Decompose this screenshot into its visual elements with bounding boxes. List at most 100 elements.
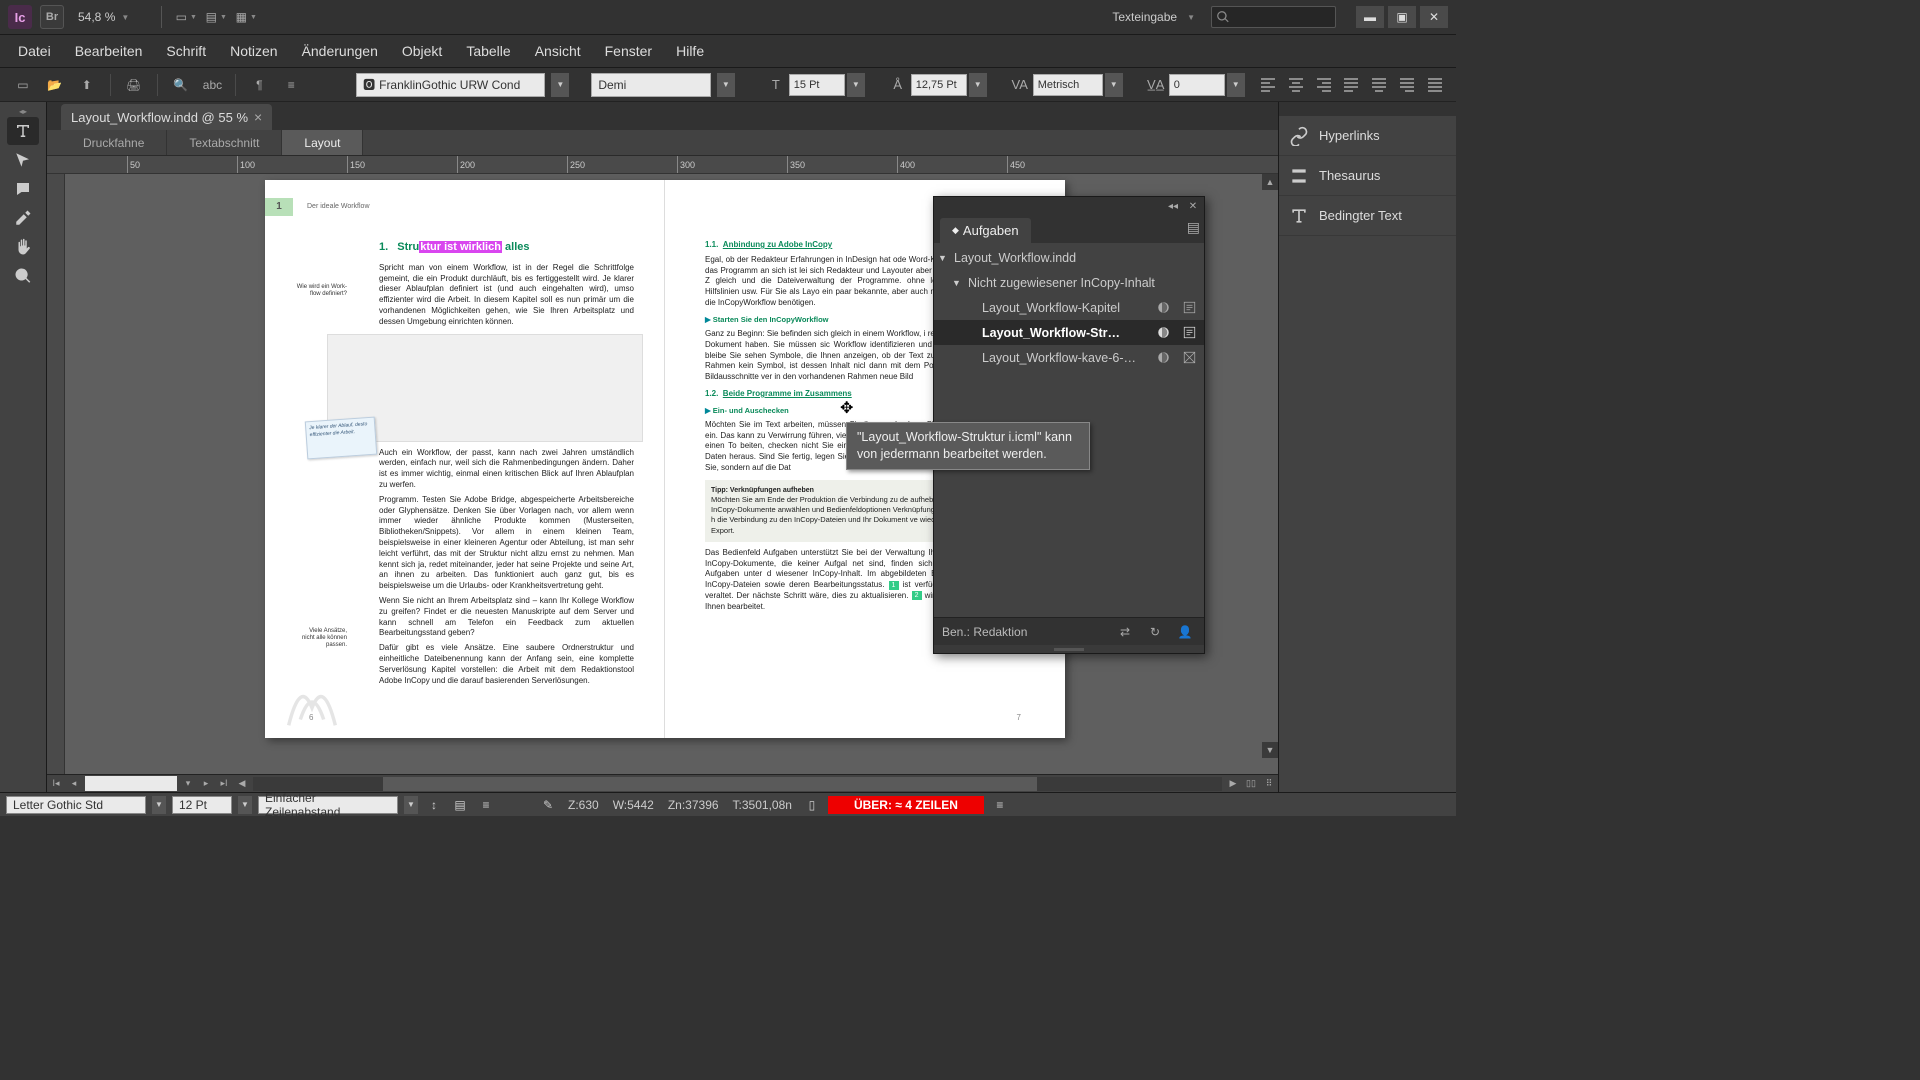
eyedropper-tool[interactable] (7, 204, 39, 232)
document-canvas[interactable]: 1 Der ideale Workflow 1. Struktur ist wi… (65, 174, 1278, 774)
panel-handle[interactable]: ◂▸ (0, 106, 46, 116)
tree-group[interactable]: ▼Nicht zugewiesener InCopy-Inhalt (934, 270, 1204, 295)
leading-field[interactable]: 12,75 Pt (911, 74, 967, 96)
menu-aenderungen[interactable]: Änderungen (290, 37, 390, 65)
chevron-down-icon[interactable]: ▼ (969, 73, 987, 97)
menu-ansicht[interactable]: Ansicht (523, 37, 593, 65)
align-left-icon[interactable] (1257, 74, 1279, 96)
font-style-field[interactable]: Demi (591, 73, 711, 97)
find-icon[interactable]: 🔍 (168, 73, 194, 97)
view-mode-1[interactable]: ▭▼ (172, 6, 200, 28)
zoom-select[interactable]: 54,8 % ▼ (72, 8, 135, 26)
collapse-icon[interactable]: ◂◂ (1166, 199, 1180, 213)
tab-textabschnitt[interactable]: Textabschnitt (167, 130, 282, 155)
align-right-icon[interactable] (1313, 74, 1335, 96)
chevron-down-icon[interactable]: ▼ (152, 796, 166, 814)
search-input[interactable] (1211, 6, 1336, 28)
menu-datei[interactable]: Datei (6, 37, 63, 65)
kerning-field[interactable]: Metrisch (1033, 74, 1103, 96)
font-family-field[interactable]: 🅾FranklinGothic URW Cond (356, 73, 545, 97)
chevron-down-icon[interactable]: ▼ (1227, 73, 1245, 97)
type-tool[interactable] (7, 117, 39, 145)
align-justify-left-icon[interactable] (1340, 74, 1362, 96)
menu-tabelle[interactable]: Tabelle (454, 37, 522, 65)
note-tool[interactable] (7, 175, 39, 203)
tracking-field[interactable]: 0 (1169, 74, 1225, 96)
font-size-field[interactable]: 15 Pt (789, 74, 845, 96)
dock-header[interactable] (1279, 102, 1456, 116)
menu-bearbeiten[interactable]: Bearbeiten (63, 37, 155, 65)
align-justify-all-icon[interactable] (1424, 74, 1446, 96)
assign-icon[interactable]: ⇄ (1114, 625, 1136, 639)
body-text[interactable]: Auch ein Workflow, der passt, kann nach … (379, 448, 634, 640)
status-size-field[interactable]: 12 Pt (172, 796, 232, 814)
last-page-button[interactable]: ▸I (215, 776, 233, 792)
panel-thesaurus[interactable]: Thesaurus (1279, 156, 1456, 196)
tab-layout[interactable]: Layout (282, 130, 363, 155)
panel-tab-aufgaben[interactable]: ◆Aufgaben (940, 218, 1031, 243)
hand-tool[interactable] (7, 233, 39, 261)
workspace-selector[interactable]: Texteingabe ▼ (1112, 10, 1195, 24)
menu-fenster[interactable]: Fenster (593, 37, 664, 65)
tree-root[interactable]: ▼Layout_Workflow.indd (934, 245, 1204, 270)
page-number-field[interactable] (85, 776, 177, 791)
chevron-down-icon[interactable]: ▼ (847, 73, 865, 97)
maximize-button[interactable]: ▣ (1388, 6, 1416, 28)
scroll-down-icon[interactable]: ▼ (1262, 742, 1278, 758)
position-tool[interactable] (7, 146, 39, 174)
menu-icon[interactable]: ≡ (990, 798, 1010, 812)
panel-menu-icon[interactable]: ▤ (1187, 219, 1200, 236)
close-button[interactable]: ✕ (1420, 6, 1448, 28)
spellcheck-icon[interactable]: abc (200, 73, 226, 97)
chevron-down-icon[interactable]: ▼ (238, 796, 252, 814)
menu-objekt[interactable]: Objekt (390, 37, 454, 65)
menu-notizen[interactable]: Notizen (218, 37, 289, 65)
menu-schrift[interactable]: Schrift (154, 37, 218, 65)
next-page-button[interactable]: ▸ (197, 776, 215, 792)
chevron-down-icon[interactable]: ▾ (179, 776, 197, 792)
heading-1[interactable]: 1. Struktur ist wirklich alles (379, 240, 634, 255)
tree-item[interactable]: Layout_Workflow-Kapitel (934, 295, 1204, 320)
scroll-right-icon[interactable]: ▶ (1224, 776, 1242, 792)
chevron-down-icon[interactable]: ▼ (717, 73, 735, 97)
chevron-down-icon[interactable]: ▼ (404, 796, 418, 814)
save-icon[interactable]: ⬆ (74, 73, 100, 97)
horizontal-scrollbar[interactable] (253, 777, 1222, 791)
chevron-down-icon[interactable]: ▼ (551, 73, 569, 97)
checkout-icon[interactable]: 👤 (1174, 625, 1196, 639)
split-view-icon[interactable]: ▯▯ (1242, 776, 1260, 792)
document-tab[interactable]: Layout_Workflow.indd @ 55 % × (61, 104, 272, 130)
panel-hyperlinks[interactable]: Hyperlinks (1279, 116, 1456, 156)
pilcrow-icon[interactable]: ¶ (246, 73, 272, 97)
list-icon[interactable]: ▤ (450, 798, 470, 812)
prev-page-button[interactable]: ◂ (65, 776, 83, 792)
tab-druckfahne[interactable]: Druckfahne (61, 130, 167, 155)
scroll-left-icon[interactable]: ◀ (233, 776, 251, 792)
minimize-button[interactable]: ▬ (1356, 6, 1384, 28)
panel-bedingter-text[interactable]: Bedingter Text (1279, 196, 1456, 236)
update-icon[interactable]: ↻ (1144, 625, 1166, 639)
panel-menu-icon[interactable]: ≡ (278, 73, 304, 97)
view-mode-2[interactable]: ▤▼ (202, 6, 230, 28)
first-page-button[interactable]: I◂ (47, 776, 65, 792)
menu-hilfe[interactable]: Hilfe (664, 37, 716, 65)
panel-resize-handle[interactable] (934, 645, 1204, 653)
close-icon[interactable]: ✕ (1186, 199, 1200, 213)
chevron-down-icon[interactable]: ▼ (1105, 73, 1123, 97)
new-icon[interactable]: ▭ (10, 73, 36, 97)
close-tab-icon[interactable]: × (254, 109, 262, 125)
grabber-icon[interactable]: ⠿ (1260, 776, 1278, 792)
print-icon[interactable]: 🖨 (121, 73, 147, 97)
zoom-tool[interactable] (7, 262, 39, 290)
body-text[interactable]: Dafür gibt es viele Ansätze. Eine sauber… (379, 643, 634, 686)
status-font-field[interactable]: Letter Gothic Std (6, 796, 146, 814)
menu-icon[interactable]: ≡ (476, 798, 496, 812)
tree-item[interactable]: Layout_Workflow-kave-6-… (934, 345, 1204, 370)
align-center-icon[interactable] (1285, 74, 1307, 96)
align-justify-right-icon[interactable] (1396, 74, 1418, 96)
open-icon[interactable]: 📂 (42, 73, 68, 97)
align-justify-center-icon[interactable] (1368, 74, 1390, 96)
column-icon[interactable]: ↕ (424, 798, 444, 812)
scroll-up-icon[interactable]: ▲ (1262, 174, 1278, 190)
arrange-docs[interactable]: ▦▼ (232, 6, 260, 28)
